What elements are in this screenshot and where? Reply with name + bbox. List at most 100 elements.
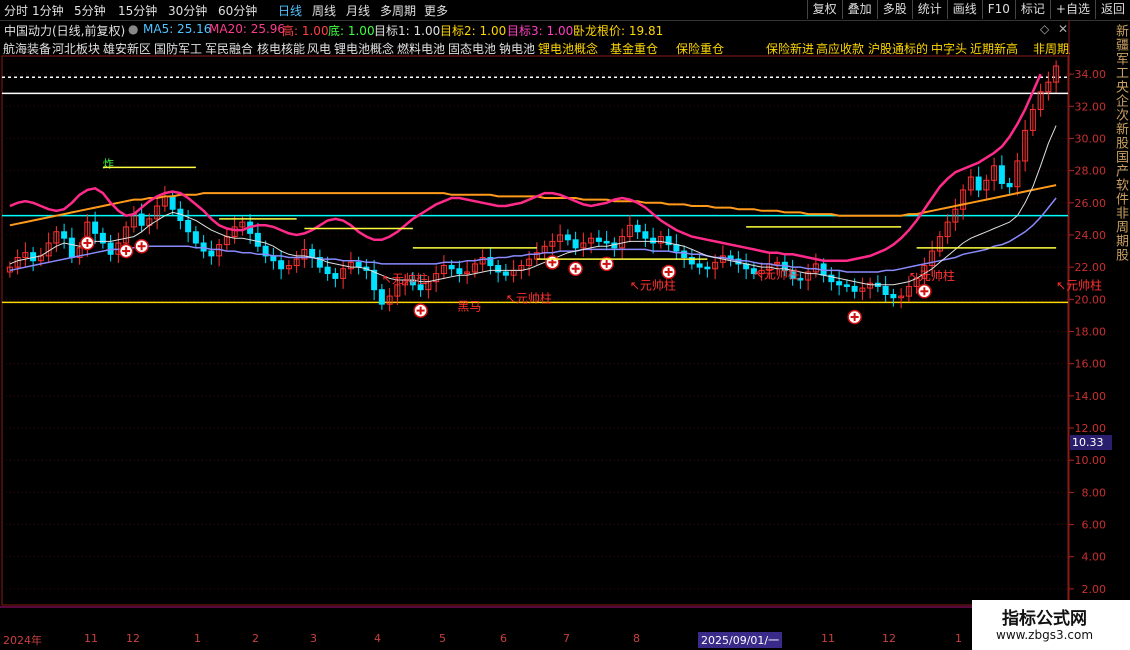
date-label: 3 xyxy=(310,632,317,645)
tag-item[interactable]: 锂电池概念 xyxy=(334,40,394,56)
y-tick-label: 2.00 xyxy=(1082,583,1107,596)
candle-body xyxy=(650,237,657,244)
candle-body xyxy=(998,165,1005,184)
date-label: 2024年 xyxy=(3,634,42,647)
date-cursor-label: 2025/09/01/一 xyxy=(698,632,783,648)
tag-item[interactable]: 沪股通标的 xyxy=(868,40,928,56)
candle-body xyxy=(564,234,571,241)
candle-body xyxy=(882,285,889,295)
date-label: 1 xyxy=(194,632,201,645)
candle-body xyxy=(572,239,579,249)
candle-body xyxy=(309,248,316,258)
ma5-value: MA5: 25.16 xyxy=(143,22,212,36)
candle-body xyxy=(634,224,641,233)
candle-body xyxy=(502,271,509,276)
target3-value: 目标3: 1.00 xyxy=(507,24,574,38)
y-tick-label: 6.00 xyxy=(1082,519,1107,532)
candle-body xyxy=(836,281,843,286)
tag-item[interactable]: 中字头 xyxy=(931,40,967,56)
candle-body xyxy=(975,176,982,191)
low-value: 底: 1.00 xyxy=(328,24,375,38)
candle-body xyxy=(138,213,145,226)
tag-item[interactable]: 钠电池 xyxy=(499,40,535,56)
yuanshuaizhu-label: ↖元帅柱 xyxy=(909,268,955,283)
watermark-title: 指标公式网 xyxy=(1002,609,1087,629)
candle-body xyxy=(1006,182,1013,188)
tag-item[interactable]: 高应收款 xyxy=(816,40,864,56)
tag-item[interactable]: 军民融合 xyxy=(205,40,253,56)
tag-item[interactable]: 保险重仓 xyxy=(676,40,724,56)
site-watermark: 指标公式网 www.zbgs3.com xyxy=(972,600,1130,650)
yuanshuaizhu-label: ↖元帅柱 xyxy=(1056,278,1102,293)
tag-item[interactable]: 核电核能 xyxy=(257,40,305,56)
date-label: 12 xyxy=(882,632,896,645)
tag-item[interactable]: 河北板块 xyxy=(52,40,100,56)
stock-title: 中国动力(日线,前复权) xyxy=(4,24,126,38)
tag-item[interactable]: 锂电池概念 xyxy=(538,40,598,56)
candle-body xyxy=(278,260,285,270)
yuanshuaizhu-label: ↖元帅柱 xyxy=(754,266,800,281)
candle-body xyxy=(208,250,215,257)
candle-body xyxy=(603,240,610,244)
concept-tags: 航海装备 河北板块 雄安新区 国防军工 军民融合 核电核能 风电 锂电池概念 燃… xyxy=(0,40,1070,56)
tag-item[interactable]: 雄安新区 xyxy=(103,40,151,56)
date-label: 7 xyxy=(563,632,570,645)
close-icon[interactable]: ✕ xyxy=(1058,22,1068,36)
tag-item[interactable]: 燃料电池 xyxy=(397,40,445,56)
candle-body xyxy=(185,219,192,233)
y-tick-label: 4.00 xyxy=(1082,551,1107,564)
date-axis: 2024年 11 12 1 2 3 4 5 6 7 8 2025/09/01/一… xyxy=(0,631,972,650)
candle-body xyxy=(107,242,114,255)
diamond-icon[interactable]: ◇ xyxy=(1040,22,1049,36)
tag-item[interactable]: 近期新高 xyxy=(970,40,1018,56)
date-label: 2 xyxy=(252,632,259,645)
y-tick-label: 32.00 xyxy=(1075,100,1107,113)
candle-body xyxy=(332,273,339,279)
date-label: 12 xyxy=(126,632,140,645)
tag-item[interactable]: 风电 xyxy=(307,40,331,56)
watermark-url: www.zbgs3.com xyxy=(996,628,1094,642)
y-tick-label: 16.00 xyxy=(1075,358,1107,371)
y-tick-label: 18.00 xyxy=(1075,326,1107,339)
candle-body xyxy=(495,265,502,273)
candle-body xyxy=(378,289,385,305)
indicator-info-bar: 中国动力(日线,前复权) ● MA5: 25.16 MA20: 25.96 高:… xyxy=(0,21,1070,39)
tag-item[interactable]: 非周期股 xyxy=(1033,40,1070,56)
y-tick-label: 22.00 xyxy=(1075,261,1107,274)
current-price-label: 10.33 xyxy=(1070,435,1112,450)
candle-body xyxy=(456,268,463,275)
tag-item[interactable]: 航海装备 xyxy=(3,40,51,56)
ma20-value: MA20: 25.96 xyxy=(209,22,286,36)
y-tick-label: 20.00 xyxy=(1075,293,1107,306)
candle-body xyxy=(192,231,199,244)
tag-item[interactable]: 固态电池 xyxy=(448,40,496,56)
y-tick-label: 10.00 xyxy=(1075,454,1107,467)
y-tick-label: 34.00 xyxy=(1075,68,1107,81)
tag-item[interactable]: 基金重仓 xyxy=(610,40,658,56)
y-tick-label: 12.00 xyxy=(1075,422,1107,435)
tag-item[interactable]: 保险新进 xyxy=(766,40,814,56)
candle-body xyxy=(200,242,207,252)
y-tick-label: 8.00 xyxy=(1082,486,1107,499)
y-tick-label: 26.00 xyxy=(1075,197,1107,210)
candle-body xyxy=(169,195,176,210)
ma5-line xyxy=(9,125,1057,286)
candle-body xyxy=(851,285,858,292)
target1-value: 目标1: 1.00 xyxy=(374,24,441,38)
date-label: 4 xyxy=(374,632,381,645)
right-concept-column: 新疆军工央企次新股国产软件非周期股 xyxy=(1113,24,1128,262)
tag-item[interactable]: 国防军工 xyxy=(154,40,202,56)
candle-body xyxy=(704,266,711,270)
yuanshuaizhu-label: ↖元帅柱 xyxy=(630,278,676,293)
candle-body xyxy=(355,261,362,268)
yuanshuaizhu-label: ↖元帅柱 xyxy=(506,291,552,306)
ma-long-line xyxy=(9,184,1057,227)
candle-body xyxy=(673,244,680,252)
y-tick-label: 28.00 xyxy=(1075,165,1107,178)
y-tick-label: 30.00 xyxy=(1075,132,1107,145)
kline-chart[interactable]: 34.0032.0030.0028.0026.0024.0022.0020.00… xyxy=(0,0,1130,650)
dropdown-icon[interactable]: ● xyxy=(128,22,138,36)
candle-body xyxy=(843,284,850,287)
yuanshuaizhu-label: ↖元帅柱 xyxy=(382,271,428,286)
y-tick-label: 24.00 xyxy=(1075,229,1107,242)
